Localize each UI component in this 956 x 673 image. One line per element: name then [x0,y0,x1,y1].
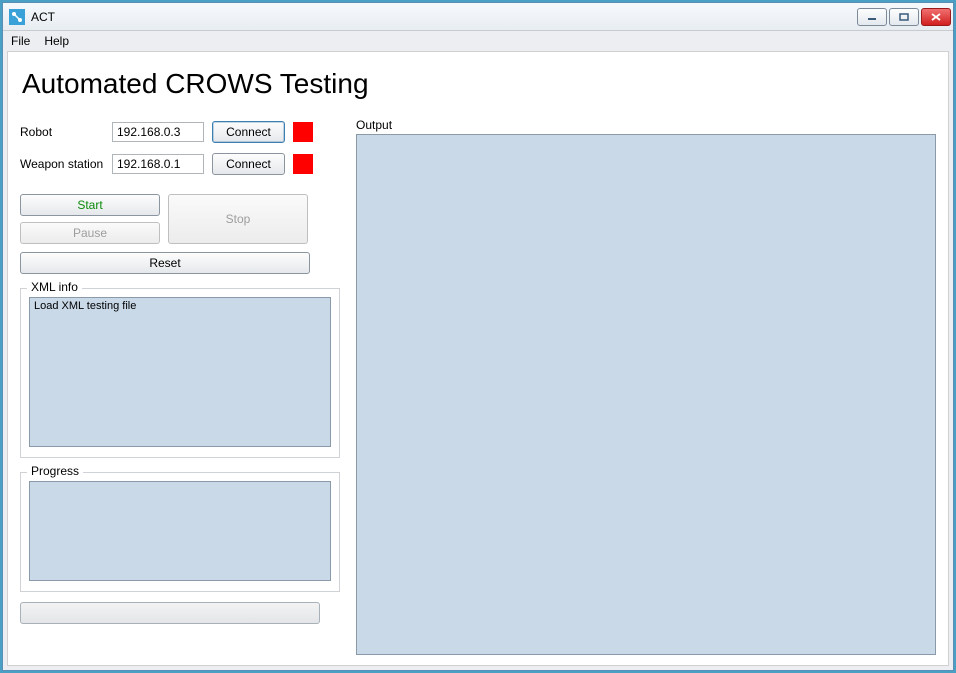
control-button-grid: Start Pause Stop [20,194,340,244]
weapon-status-indicator [293,154,313,174]
left-panel: Robot Connect Weapon station Connect [20,118,340,655]
menu-bar: File Help [3,31,953,51]
client-area: Automated CROWS Testing Robot Connect We… [7,51,949,666]
maximize-button[interactable] [889,8,919,26]
page-title: Automated CROWS Testing [22,68,936,100]
robot-ip-input[interactable] [112,122,204,142]
minimize-icon [867,13,877,21]
connection-row-robot: Robot Connect [20,118,340,146]
robot-label: Robot [20,125,112,139]
menu-help[interactable]: Help [44,34,69,48]
stop-button[interactable]: Stop [168,194,308,244]
application-window: ACT File Help Automated CROWS Testing [2,2,954,671]
menu-file[interactable]: File [11,34,30,48]
weapon-ip-input[interactable] [112,154,204,174]
close-button[interactable] [921,8,951,26]
xml-info-box[interactable]: Load XML testing file [29,297,331,447]
maximize-icon [899,13,909,21]
minimize-button[interactable] [857,8,887,26]
connection-row-weapon: Weapon station Connect [20,150,340,178]
output-box[interactable] [356,134,936,655]
progress-group: Progress [20,472,340,592]
robot-connect-button[interactable]: Connect [212,121,285,143]
close-icon [931,13,941,21]
app-icon [9,9,25,25]
progress-box[interactable] [29,481,331,581]
weapon-connect-button[interactable]: Connect [212,153,285,175]
weapon-label: Weapon station [20,157,112,171]
progress-bar [20,602,320,624]
xml-info-group: XML info Load XML testing file [20,288,340,458]
xml-info-group-label: XML info [27,280,82,294]
robot-status-indicator [293,122,313,142]
window-title: ACT [31,10,55,24]
pause-button[interactable]: Pause [20,222,160,244]
start-button[interactable]: Start [20,194,160,216]
output-label: Output [356,118,936,132]
right-panel: Output [356,118,936,655]
title-bar: ACT [3,3,953,31]
reset-button[interactable]: Reset [20,252,310,274]
progress-group-label: Progress [27,464,83,478]
